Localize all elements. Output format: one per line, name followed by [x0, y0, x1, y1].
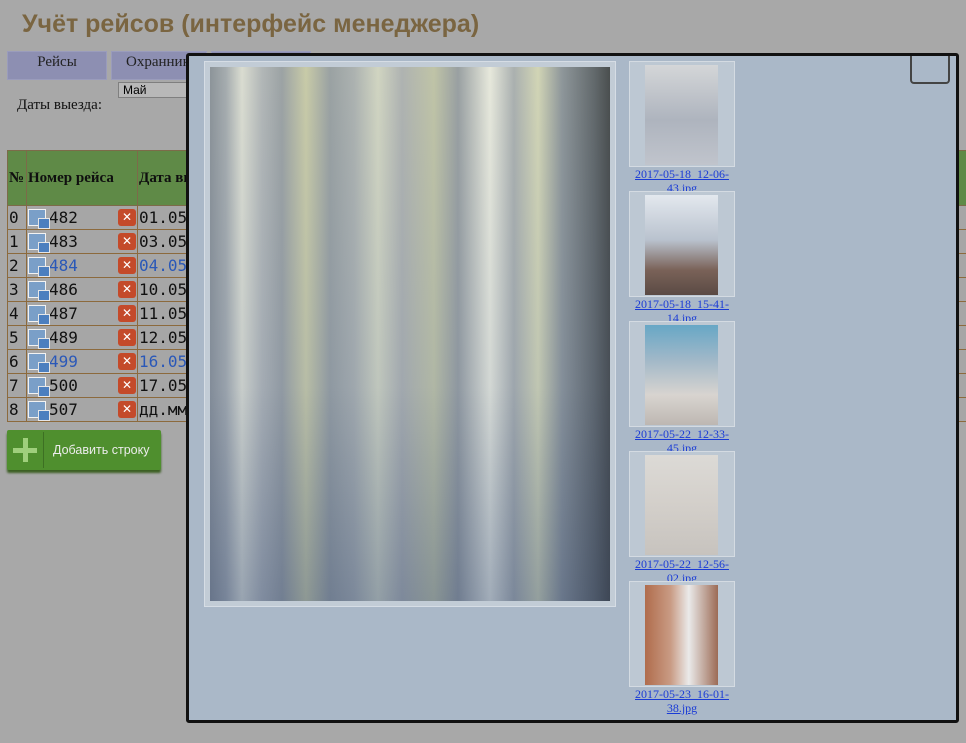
- trip-number: 487: [49, 304, 78, 323]
- tab-trips[interactable]: Рейсы: [7, 51, 107, 80]
- trip-number: 486: [49, 280, 78, 299]
- row-index: 1: [7, 229, 27, 254]
- doc-icon[interactable]: [28, 329, 50, 349]
- thumbnail-link[interactable]: 2017-05-23_16-01-38.jpg: [629, 687, 735, 715]
- thumbnail-item[interactable]: 2017-05-18_12-06-43.jpg: [629, 61, 735, 195]
- row-index: 0: [7, 205, 27, 230]
- thumbnail-item[interactable]: 2017-05-22_12-56-02.jpg: [629, 451, 735, 585]
- delete-icon[interactable]: ✕: [118, 329, 136, 346]
- row-index: 7: [7, 373, 27, 398]
- doc-icon[interactable]: [28, 257, 50, 277]
- thumbnail-list: 2017-05-18_12-06-43.jpg 2017-05-18_15-41…: [629, 61, 735, 715]
- delete-icon[interactable]: ✕: [118, 257, 136, 274]
- delete-icon[interactable]: ✕: [118, 281, 136, 298]
- trip-number: 500: [49, 376, 78, 395]
- row-index: 3: [7, 277, 27, 302]
- trip-number[interactable]: 499: [49, 352, 78, 371]
- delete-icon[interactable]: ✕: [118, 305, 136, 322]
- thumbnail-item[interactable]: 2017-05-22_12-33-45.jpg: [629, 321, 735, 455]
- trip-number: 482: [49, 208, 78, 227]
- thumbnail-image[interactable]: [645, 585, 718, 685]
- row-index: 5: [7, 325, 27, 350]
- header-trip-number: Номер рейса: [26, 150, 138, 206]
- thumbnail-image[interactable]: [645, 455, 718, 555]
- main-photo-frame: [204, 61, 616, 607]
- dates-label: Даты выезда:: [17, 97, 102, 113]
- thumbnail-image[interactable]: [645, 195, 718, 295]
- doc-icon[interactable]: [28, 401, 50, 421]
- page-title: Учёт рейсов (интерфейс менеджера): [22, 10, 480, 38]
- row-index: 8: [7, 397, 27, 422]
- month-select[interactable]: Май: [118, 82, 196, 98]
- row-index: 6: [7, 349, 27, 374]
- doc-icon[interactable]: [28, 305, 50, 325]
- doc-icon[interactable]: [28, 209, 50, 229]
- photo-gallery-modal: 2017-05-18_12-06-43.jpg 2017-05-18_15-41…: [186, 53, 959, 723]
- trip-number[interactable]: 484: [49, 256, 78, 275]
- delete-icon[interactable]: ✕: [118, 377, 136, 394]
- delete-icon[interactable]: ✕: [118, 353, 136, 370]
- doc-icon[interactable]: [28, 281, 50, 301]
- delete-icon[interactable]: ✕: [118, 209, 136, 226]
- thumbnail-item[interactable]: 2017-05-18_15-41-14.jpg: [629, 191, 735, 325]
- doc-icon[interactable]: [28, 353, 50, 373]
- add-row-button[interactable]: Добавить строку: [7, 430, 161, 470]
- doc-icon[interactable]: [28, 233, 50, 253]
- plus-icon: [7, 432, 44, 468]
- doc-icon[interactable]: [28, 377, 50, 397]
- row-index: 2: [7, 253, 27, 278]
- row-index: 4: [7, 301, 27, 326]
- trip-number: 489: [49, 328, 78, 347]
- thumbnail-item[interactable]: 2017-05-23_16-01-38.jpg: [629, 581, 735, 715]
- delete-icon[interactable]: ✕: [118, 233, 136, 250]
- main-photo[interactable]: [210, 67, 610, 601]
- header-index: №: [7, 150, 27, 206]
- add-row-label: Добавить строку: [53, 443, 150, 457]
- close-button[interactable]: [910, 56, 950, 84]
- trip-number: 483: [49, 232, 78, 251]
- trip-number: 507: [49, 400, 78, 419]
- delete-icon[interactable]: ✕: [118, 401, 136, 418]
- thumbnail-image[interactable]: [645, 65, 718, 165]
- thumbnail-image[interactable]: [645, 325, 718, 425]
